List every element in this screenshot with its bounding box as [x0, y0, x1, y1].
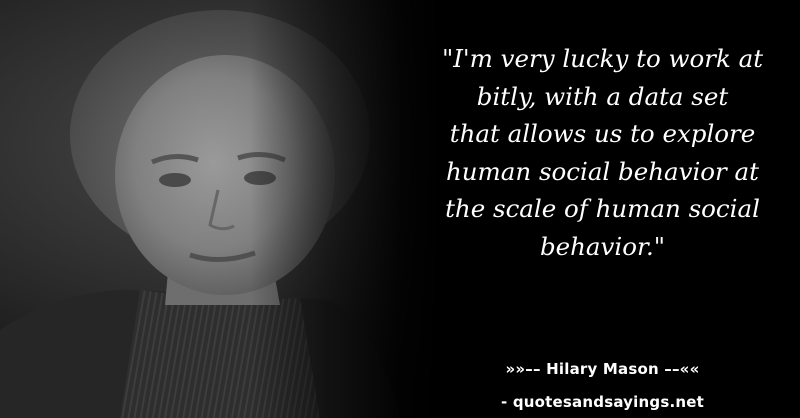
quote-card: "I'm very lucky to work at bitly, with a…	[0, 0, 800, 418]
quote-author: »»–– Hilary Mason ––««	[505, 360, 700, 378]
quote-text: "I'm very lucky to work at bitly, with a…	[441, 44, 764, 261]
quote-source: - quotesandsayings.net	[501, 393, 704, 411]
